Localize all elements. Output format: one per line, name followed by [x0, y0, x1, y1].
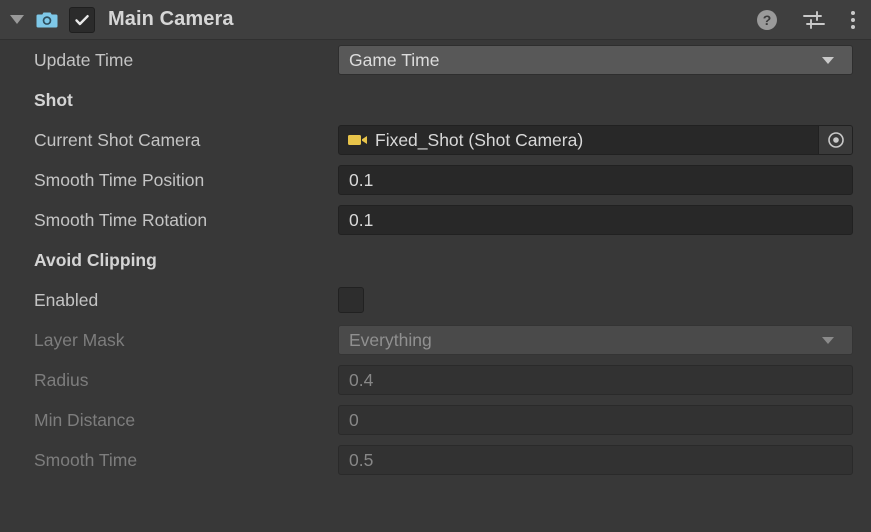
check-icon — [75, 14, 89, 25]
chevron-down-icon — [822, 336, 834, 344]
component-enabled-checkbox[interactable] — [69, 6, 95, 33]
row-avoid-clipping-section: Avoid Clipping — [0, 240, 871, 280]
current-shot-camera-object-field[interactable]: Fixed_Shot (Shot Camera) — [338, 125, 853, 155]
smooth-time-rotation-control: 0.1 — [338, 205, 853, 235]
section-header-avoid-clipping: Avoid Clipping — [34, 249, 157, 270]
preset-sliders-icon[interactable] — [801, 8, 827, 32]
layer-mask-control: Everything — [338, 325, 853, 355]
row-current-shot-camera: Current Shot Camera Fixed_Shot (Shot Cam… — [0, 120, 871, 160]
label-enabled: Enabled — [34, 289, 99, 310]
page-title: Main Camera — [108, 8, 234, 30]
smooth-time-position-value: 0.1 — [349, 169, 374, 190]
smooth-time-control: 0.5 — [338, 445, 853, 475]
camera-icon — [35, 8, 59, 32]
row-smooth-time-position: Smooth Time Position 0.1 — [0, 160, 871, 200]
row-shot-section: Shot — [0, 80, 871, 120]
row-smooth-time: Smooth Time 0.5 — [0, 440, 871, 480]
smooth-time-rotation-value: 0.1 — [349, 209, 374, 230]
section-header-shot: Shot — [34, 89, 73, 110]
layer-mask-dropdown[interactable]: Everything — [338, 325, 853, 355]
current-shot-camera-control: Fixed_Shot (Shot Camera) — [338, 125, 853, 155]
label-current-shot-camera: Current Shot Camera — [34, 129, 201, 150]
smooth-time-rotation-input[interactable]: 0.1 — [338, 205, 853, 235]
radius-control: 0.4 — [338, 365, 853, 395]
update-time-value: Game Time — [349, 49, 440, 70]
chevron-down-icon[interactable] — [8, 11, 26, 29]
label-radius: Radius — [34, 369, 89, 390]
update-time-control: Game Time — [338, 45, 853, 75]
min-distance-value: 0 — [349, 409, 359, 430]
row-smooth-time-rotation: Smooth Time Rotation 0.1 — [0, 200, 871, 240]
chevron-down-icon — [822, 56, 834, 64]
help-icon[interactable]: ? — [755, 8, 779, 32]
header-actions: ? — [755, 0, 857, 39]
smooth-time-position-control: 0.1 — [338, 165, 853, 195]
foldout-triangle — [10, 15, 24, 24]
row-update-time: Update Time Game Time — [0, 40, 871, 80]
label-smooth-time: Smooth Time — [34, 449, 138, 470]
row-layer-mask: Layer Mask Everything — [0, 320, 871, 360]
smooth-time-value: 0.5 — [349, 449, 374, 470]
enabled-control — [338, 287, 853, 313]
min-distance-control: 0 — [338, 405, 853, 435]
smooth-time-position-input[interactable]: 0.1 — [338, 165, 853, 195]
label-min-distance: Min Distance — [34, 409, 136, 430]
min-distance-input[interactable]: 0 — [338, 405, 853, 435]
label-smooth-time-position: Smooth Time Position — [34, 169, 205, 190]
current-shot-camera-value: Fixed_Shot (Shot Camera) — [375, 129, 584, 150]
more-vertical-icon[interactable] — [849, 8, 857, 32]
row-radius: Radius 0.4 — [0, 360, 871, 400]
row-enabled: Enabled — [0, 280, 871, 320]
radius-value: 0.4 — [349, 369, 374, 390]
inspector-body: Update Time Game Time Shot Current Shot … — [0, 40, 871, 480]
label-smooth-time-rotation: Smooth Time Rotation — [34, 209, 208, 230]
layer-mask-value: Everything — [349, 329, 432, 350]
smooth-time-input[interactable]: 0.5 — [338, 445, 853, 475]
row-min-distance: Min Distance 0 — [0, 400, 871, 440]
svg-text:?: ? — [763, 12, 772, 28]
video-camera-icon — [347, 132, 369, 148]
label-layer-mask: Layer Mask — [34, 329, 125, 350]
radius-input[interactable]: 0.4 — [338, 365, 853, 395]
object-picker-icon[interactable] — [818, 126, 852, 154]
avoid-clipping-enabled-checkbox[interactable] — [338, 287, 364, 313]
update-time-dropdown[interactable]: Game Time — [338, 45, 853, 75]
component-header: Main Camera ? — [0, 0, 871, 40]
label-update-time: Update Time — [34, 49, 134, 70]
